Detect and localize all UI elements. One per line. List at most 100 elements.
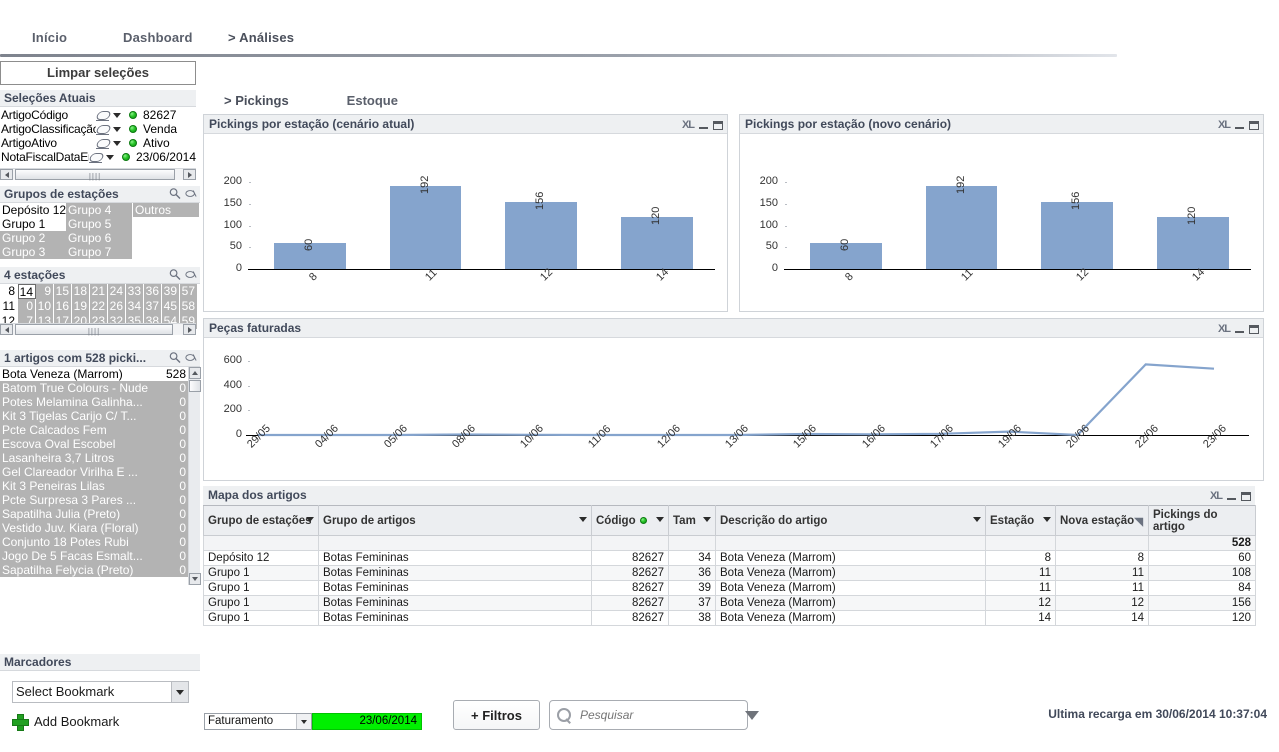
selection-row[interactable]: ArtigoAtivo Ativo — [0, 136, 196, 150]
table-cell[interactable]: 12 — [985, 595, 1056, 611]
chevron-down-icon[interactable] — [579, 517, 587, 522]
table-cell[interactable]: Botas Femininas — [318, 610, 592, 626]
article-list-item[interactable]: Pcte Surpresa 3 Pares ... 0 — [0, 493, 188, 507]
scroll-right-button[interactable] — [183, 169, 196, 180]
line-series[interactable] — [204, 338, 1263, 480]
table-cell[interactable]: 12 — [1055, 595, 1149, 611]
table-cell[interactable]: 39 — [668, 580, 716, 596]
maximize-icon[interactable] — [1249, 325, 1259, 334]
export-xl-icon[interactable]: XL — [682, 116, 695, 133]
search-input[interactable] — [578, 707, 739, 723]
table-cell[interactable]: 60 — [1148, 550, 1256, 566]
station-item[interactable]: 45 — [162, 299, 180, 314]
table-row[interactable]: Grupo 1 Botas Femininas 82627 36 Bota Veneza… — [203, 565, 1256, 581]
chevron-down-icon[interactable] — [113, 112, 121, 118]
table-column-header[interactable]: Pickings do artigo — [1148, 505, 1256, 536]
station-item[interactable]: 18 — [72, 284, 90, 299]
article-list-item[interactable]: Sapatilha Julia (Preto) 0 — [0, 507, 188, 521]
chevron-down-icon[interactable] — [306, 517, 314, 522]
multibox-icon[interactable] — [185, 268, 197, 281]
faturamento-selected-value[interactable]: 23/06/2014 — [312, 713, 422, 730]
table-cell[interactable]: 156 — [1148, 595, 1256, 611]
station-item[interactable]: 21 — [90, 284, 108, 299]
chevron-down-icon[interactable] — [171, 682, 188, 702]
search-icon[interactable] — [169, 351, 181, 364]
scroll-down-button[interactable] — [189, 573, 201, 585]
table-cell[interactable]: 38 — [668, 610, 716, 626]
scroll-left-button[interactable] — [0, 169, 13, 180]
minimize-icon[interactable] — [699, 121, 708, 130]
station-item[interactable]: 22 — [90, 299, 108, 314]
table-cell[interactable]: 8 — [1055, 550, 1149, 566]
bar[interactable] — [925, 185, 998, 269]
bar[interactable] — [389, 185, 462, 269]
station-item[interactable]: 37 — [144, 299, 162, 314]
station-group-item[interactable]: Grupo 4 — [66, 203, 132, 217]
chevron-down-icon[interactable] — [296, 714, 311, 729]
station-item[interactable]: 15 — [54, 284, 72, 299]
table-cell[interactable]: 82627 — [591, 550, 669, 566]
table-column-header[interactable]: Nova estação ◥ — [1055, 505, 1149, 536]
station-item[interactable]: 16 — [54, 299, 72, 314]
table-cell[interactable]: Botas Femininas — [318, 580, 592, 596]
station-group-item[interactable]: Grupo 2 — [0, 231, 66, 245]
chevron-down-icon[interactable] — [656, 517, 664, 522]
table-cell[interactable]: Grupo 1 — [203, 565, 319, 581]
selection-row[interactable]: NotaFiscalDataEmi 23/06/2014 — [0, 150, 196, 164]
station-group-item[interactable]: Grupo 1 — [0, 217, 66, 231]
scrollbar-track[interactable]: |||| — [13, 169, 183, 181]
maximize-icon[interactable] — [713, 121, 723, 130]
add-bookmark-button[interactable]: Add Bookmark — [12, 714, 119, 731]
scroll-up-button[interactable] — [189, 367, 201, 379]
station-item[interactable]: 39 — [162, 284, 180, 299]
article-list-item[interactable]: Potes Melamina Galinha... 0 — [0, 395, 188, 409]
station-item[interactable]: 58 — [180, 299, 198, 314]
search-icon[interactable] — [169, 187, 181, 200]
table-cell[interactable]: 8 — [985, 550, 1056, 566]
tab-estoque[interactable]: Estoque — [347, 93, 398, 108]
horizontal-scrollbar[interactable]: |||| — [0, 168, 196, 181]
table-cell[interactable]: 82627 — [591, 565, 669, 581]
station-item[interactable]: 36 — [144, 284, 162, 299]
export-xl-icon[interactable]: XL — [1218, 116, 1231, 133]
horizontal-scrollbar[interactable]: |||| — [0, 323, 196, 336]
bar[interactable] — [1041, 201, 1114, 269]
article-list-item[interactable]: Kit 3 Tigelas Carijo C/ T... 0 — [0, 409, 188, 423]
table-column-header[interactable]: Descrição do artigo — [715, 505, 986, 536]
table-column-header[interactable]: Código — [591, 505, 669, 536]
table-cell[interactable]: 82627 — [591, 610, 669, 626]
eraser-icon[interactable] — [96, 138, 110, 149]
scrollbar-thumb[interactable] — [189, 380, 201, 392]
chevron-down-icon[interactable] — [113, 140, 121, 146]
table-row[interactable]: Grupo 1 Botas Femininas 82627 39 Bota Veneza… — [203, 580, 1256, 596]
table-cell[interactable]: 82627 — [591, 580, 669, 596]
chevron-down-icon[interactable] — [1043, 517, 1051, 522]
article-list-item[interactable]: Jogo De 5 Facas Esmalt... 0 — [0, 549, 188, 563]
station-group-item[interactable]: Grupo 6 — [66, 231, 132, 245]
maximize-icon[interactable] — [1249, 121, 1259, 130]
table-column-header[interactable]: Estação — [985, 505, 1056, 536]
bar[interactable] — [505, 201, 578, 269]
scroll-left-button[interactable] — [0, 324, 13, 335]
chevron-down-icon[interactable] — [105, 154, 114, 160]
eraser-icon[interactable] — [96, 124, 110, 135]
station-group-item[interactable]: Grupo 7 — [66, 245, 132, 259]
chevron-down-icon[interactable] — [703, 517, 711, 522]
scroll-right-button[interactable] — [183, 324, 196, 335]
station-item[interactable]: 24 — [108, 284, 126, 299]
table-column-header[interactable]: Grupo de estações — [203, 505, 319, 536]
table-cell[interactable]: 14 — [1055, 610, 1149, 626]
chart2-plot-area[interactable]: 0 50 100 150 200 60 8 192 11 156 12 120 14 — [740, 134, 1263, 311]
sort-ascending-icon[interactable]: ◥ — [1135, 515, 1143, 528]
chart3-plot-area[interactable]: 0 200 400 600 29/05 04/06 05/06 08/06 10/06 11/06… — [204, 338, 1263, 480]
eraser-icon[interactable] — [96, 110, 110, 121]
table-cell[interactable]: Bota Veneza (Marrom) — [715, 550, 986, 566]
table-cell[interactable]: 34 — [668, 550, 716, 566]
nav-item-analises[interactable]: > Análises — [228, 30, 294, 45]
minimize-icon[interactable] — [1227, 492, 1236, 501]
table-cell[interactable]: 120 — [1148, 610, 1256, 626]
add-filters-button[interactable]: + Filtros — [453, 700, 540, 730]
table-cell[interactable]: 84 — [1148, 580, 1256, 596]
station-item[interactable]: 11 — [0, 299, 18, 314]
selection-row[interactable]: ArtigoCódigo 82627 — [0, 108, 196, 122]
